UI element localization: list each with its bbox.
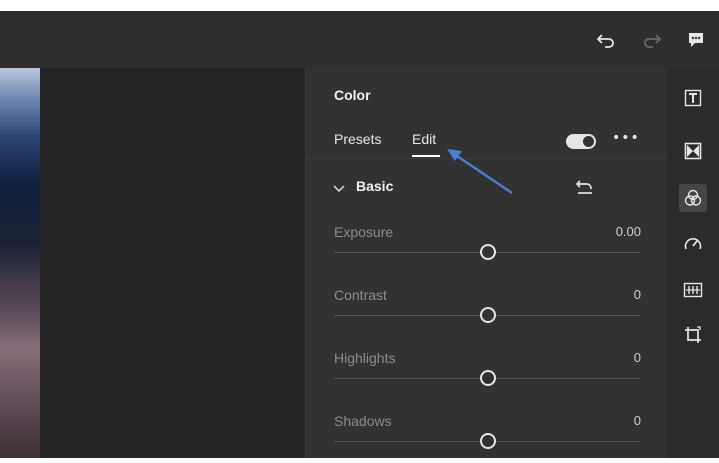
canvas-area <box>40 68 305 458</box>
slider-label: Shadows <box>334 413 392 429</box>
toggle-knob <box>583 136 594 147</box>
slider-thumb[interactable] <box>479 244 496 260</box>
slider-shadows: Shadows 0 <box>334 413 641 463</box>
slider-thumb[interactable] <box>479 370 496 386</box>
mask-icon[interactable] <box>679 137 707 165</box>
slider-value[interactable]: 0 <box>634 350 641 365</box>
slider-label: Exposure <box>334 224 394 240</box>
slider-label: Contrast <box>334 287 387 303</box>
comment-icon[interactable] <box>684 28 708 52</box>
filmstrip-icon[interactable] <box>679 276 707 304</box>
active-tab-indicator <box>412 155 440 157</box>
slider-contrast: Contrast 0 <box>334 287 641 337</box>
more-options-icon[interactable]: ••• <box>612 130 639 150</box>
panel-title: Color <box>334 87 371 103</box>
slider-thumb[interactable] <box>479 433 496 449</box>
color-circles-icon[interactable] <box>679 184 707 212</box>
basic-section-header[interactable]: Basic <box>306 168 668 206</box>
section-label: Basic <box>356 178 394 194</box>
slider-highlights: Highlights 0 <box>334 350 641 400</box>
reset-icon[interactable] <box>574 177 596 197</box>
top-toolbar <box>0 11 719 68</box>
tabs-divider <box>306 158 668 159</box>
slider-value[interactable]: 0.00 <box>616 224 641 239</box>
tab-presets[interactable]: Presets <box>334 131 381 147</box>
color-panel: Color Presets Edit ••• Basic Exposure 0.… <box>305 68 668 458</box>
slider-value[interactable]: 0 <box>634 413 641 428</box>
slider-thumb[interactable] <box>479 307 496 323</box>
gauge-icon[interactable] <box>679 230 707 258</box>
panel-toggle[interactable] <box>566 134 596 149</box>
app-window: Color Presets Edit ••• Basic Exposure 0.… <box>0 11 719 458</box>
slider-exposure: Exposure 0.00 <box>334 224 641 274</box>
slider-label: Highlights <box>334 350 396 366</box>
right-toolbar <box>667 68 719 458</box>
slider-value[interactable]: 0 <box>634 287 641 302</box>
redo-icon[interactable] <box>640 28 664 52</box>
chevron-down-icon <box>332 180 346 194</box>
text-style-icon[interactable] <box>679 84 707 112</box>
crop-icon[interactable] <box>679 321 707 349</box>
undo-icon[interactable] <box>594 28 618 52</box>
tab-edit[interactable]: Edit <box>412 131 436 147</box>
photo-preview[interactable] <box>0 68 40 458</box>
